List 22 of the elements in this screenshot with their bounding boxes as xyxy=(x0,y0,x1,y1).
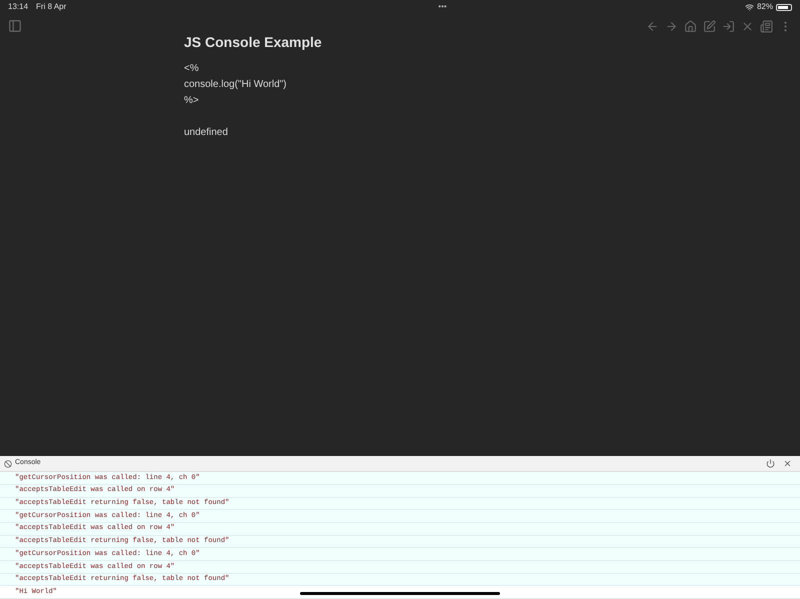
battery-icon xyxy=(776,4,792,10)
back-icon[interactable] xyxy=(646,20,659,32)
output-text: undefined xyxy=(184,126,228,140)
code-line: <% xyxy=(184,62,199,76)
login-icon[interactable] xyxy=(722,20,735,32)
power-icon[interactable] xyxy=(766,459,775,468)
code-line: %> xyxy=(184,94,199,108)
clear-console-icon[interactable] xyxy=(4,460,12,468)
status-date: Fri 8 Apr xyxy=(36,1,66,13)
multitask-dots: ••• xyxy=(438,1,447,13)
document-icon[interactable] xyxy=(760,20,773,32)
edit-icon[interactable] xyxy=(703,20,716,32)
sidebar-toggle-icon[interactable] xyxy=(8,19,22,33)
battery-percent: 82% xyxy=(756,1,773,13)
wifi-icon xyxy=(744,2,754,12)
code-line: console.log("Hi World") xyxy=(184,78,287,92)
close-icon[interactable] xyxy=(741,20,754,32)
home-icon[interactable] xyxy=(684,20,697,32)
close-icon[interactable] xyxy=(783,459,792,468)
note-title: JS Console Example xyxy=(184,33,323,52)
forward-icon[interactable] xyxy=(665,20,678,32)
status-time: 13:14 xyxy=(8,1,28,13)
